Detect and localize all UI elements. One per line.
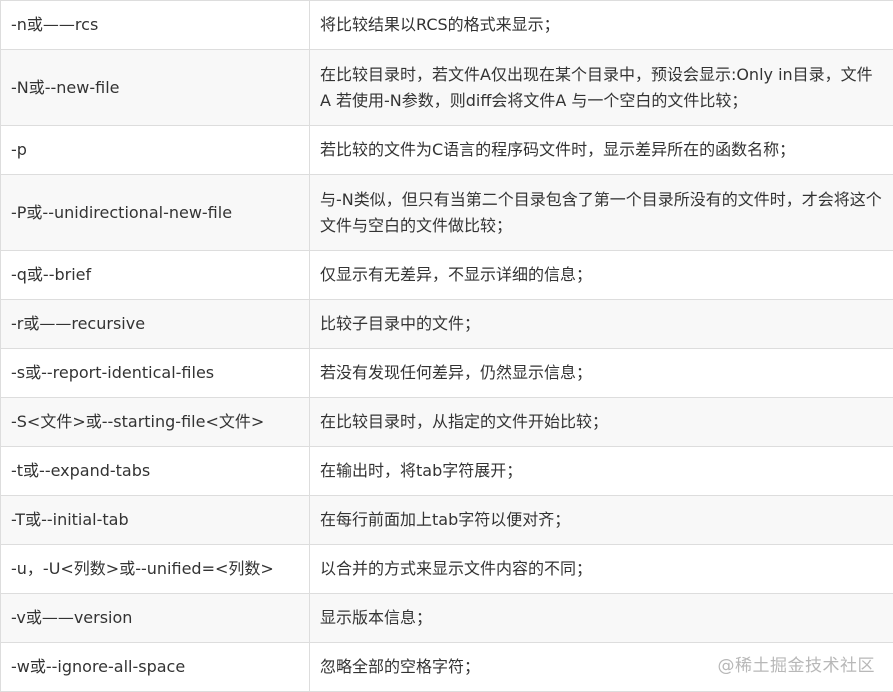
table-row: -u，-U<列数>或--unified=<列数> 以合并的方式来显示文件内容的不… — [1, 545, 893, 594]
description-cell: 比较子目录中的文件； — [310, 300, 893, 349]
description-cell: 在每行前面加上tab字符以便对齐； — [310, 496, 893, 545]
description-cell: 与-N类似，但只有当第二个目录包含了第一个目录所没有的文件时，才会将这个文件与空… — [310, 175, 893, 251]
watermark: @稀土掘金技术社区 — [718, 651, 876, 676]
table-row: -T或--initial-tab 在每行前面加上tab字符以便对齐； — [1, 496, 893, 545]
description-cell: 以合并的方式来显示文件内容的不同； — [310, 545, 893, 594]
table-row: -v或——version 显示版本信息； — [1, 594, 893, 643]
description-cell: 在比较目录时，从指定的文件开始比较； — [310, 398, 893, 447]
description-cell: 将比较结果以RCS的格式来显示； — [310, 1, 893, 50]
option-cell: -t或--expand-tabs — [1, 447, 310, 496]
table-row: -S<文件>或--starting-file<文件> 在比较目录时，从指定的文件… — [1, 398, 893, 447]
table-row: -p 若比较的文件为C语言的程序码文件时，显示差异所在的函数名称； — [1, 126, 893, 175]
table-row: -q或--brief 仅显示有无差异，不显示详细的信息； — [1, 251, 893, 300]
option-cell: -q或--brief — [1, 251, 310, 300]
description-cell: 显示版本信息； — [310, 594, 893, 643]
option-cell: -n或——rcs — [1, 1, 310, 50]
option-cell: -r或——recursive — [1, 300, 310, 349]
diff-options-table: -n或——rcs 将比较结果以RCS的格式来显示； -N或--new-file … — [0, 0, 893, 692]
table-row: -N或--new-file 在比较目录时，若文件A仅出现在某个目录中，预设会显示… — [1, 50, 893, 126]
description-cell: 在比较目录时，若文件A仅出现在某个目录中，预设会显示:Only in目录，文件A… — [310, 50, 893, 126]
option-cell: -s或--report-identical-files — [1, 349, 310, 398]
option-cell: -P或--unidirectional-new-file — [1, 175, 310, 251]
table-row: -r或——recursive 比较子目录中的文件； — [1, 300, 893, 349]
option-cell: -T或--initial-tab — [1, 496, 310, 545]
table-row: -P或--unidirectional-new-file 与-N类似，但只有当第… — [1, 175, 893, 251]
description-cell: 在输出时，将tab字符展开； — [310, 447, 893, 496]
option-cell: -w或--ignore-all-space — [1, 643, 310, 692]
description-cell: 若比较的文件为C语言的程序码文件时，显示差异所在的函数名称； — [310, 126, 893, 175]
table-row: -s或--report-identical-files 若没有发现任何差异，仍然… — [1, 349, 893, 398]
option-cell: -N或--new-file — [1, 50, 310, 126]
option-cell: -S<文件>或--starting-file<文件> — [1, 398, 310, 447]
option-cell: -v或——version — [1, 594, 310, 643]
description-cell: 仅显示有无差异，不显示详细的信息； — [310, 251, 893, 300]
table-row: -n或——rcs 将比较结果以RCS的格式来显示； — [1, 1, 893, 50]
option-cell: -u，-U<列数>或--unified=<列数> — [1, 545, 310, 594]
option-cell: -p — [1, 126, 310, 175]
description-cell: 若没有发现任何差异，仍然显示信息； — [310, 349, 893, 398]
table-row: -t或--expand-tabs 在输出时，将tab字符展开； — [1, 447, 893, 496]
